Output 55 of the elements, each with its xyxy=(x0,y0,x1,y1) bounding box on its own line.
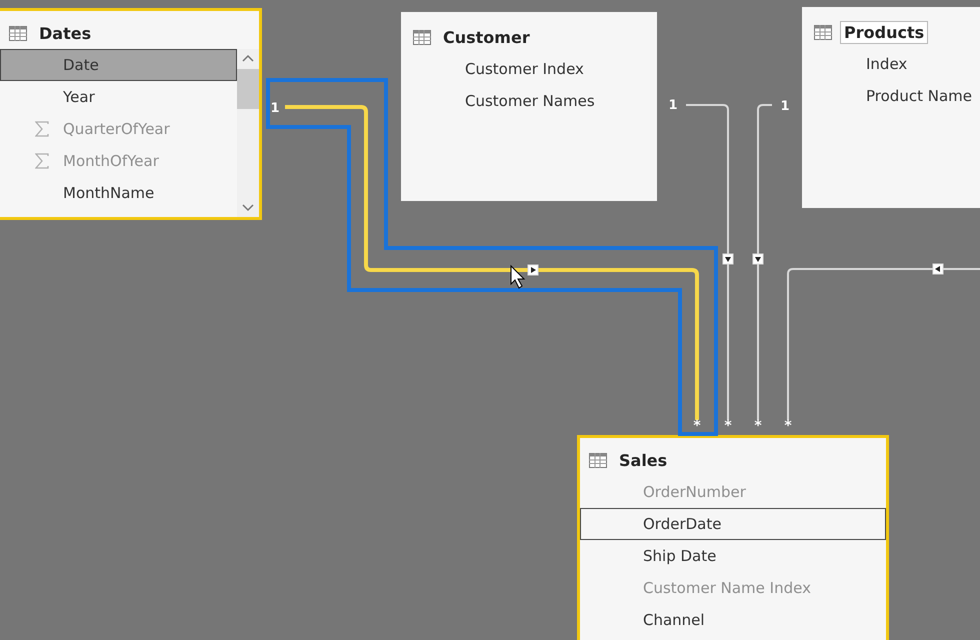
field-row[interactable]: Ship Date xyxy=(580,540,886,572)
field-name: Customer Name Index xyxy=(643,579,811,597)
field-name: QuarterOfYear xyxy=(63,120,170,138)
table-card[interactable]: Products Index Product Name xyxy=(802,7,980,208)
field-name: Index xyxy=(866,55,908,73)
field-name: Customer Names xyxy=(465,92,595,110)
field-name: Customer Index xyxy=(465,60,584,78)
field-name: Product Name xyxy=(866,87,972,105)
table-title: Dates xyxy=(38,22,92,44)
field-row[interactable]: Customer Names xyxy=(404,85,654,117)
scroll-up-icon[interactable] xyxy=(242,54,254,62)
cardinality-label: * xyxy=(784,418,792,434)
cardinality-label: 1 xyxy=(270,101,280,116)
table-card[interactable]: Customer Customer Index Customer Names xyxy=(401,12,657,201)
field-row[interactable]: Product Name xyxy=(805,80,980,112)
table-card[interactable]: Sales OrderNumber OrderDate Ship Date Customer Name Index Channel xyxy=(577,435,889,640)
relationship-line[interactable] xyxy=(757,104,772,420)
cardinality-label: * xyxy=(754,418,762,434)
cardinality-label: 1 xyxy=(780,99,790,114)
filter-direction-icon xyxy=(722,254,734,264)
field-name: MonthName xyxy=(63,184,154,202)
table-title: Customer xyxy=(442,26,531,48)
field-row[interactable]: Index xyxy=(805,48,980,80)
field-name: Ship Date xyxy=(643,547,716,565)
cardinality-label: 1 xyxy=(668,98,678,113)
field-row[interactable]: Year xyxy=(0,81,237,113)
field-name: MonthOfYear xyxy=(63,152,159,170)
field-row[interactable]: Channel xyxy=(580,604,886,636)
table-icon xyxy=(9,26,27,40)
field-name: Year xyxy=(63,88,95,106)
cursor-icon xyxy=(510,264,526,289)
cardinality-label: * xyxy=(693,418,701,434)
filter-direction-icon xyxy=(752,254,764,264)
filter-direction-icon xyxy=(528,264,538,276)
table-icon xyxy=(589,452,607,468)
table-icon xyxy=(413,30,431,44)
scroll-down-icon[interactable] xyxy=(242,204,254,212)
filter-direction-icon xyxy=(932,264,944,274)
field-name: OrderDate xyxy=(643,515,722,533)
relationship-line[interactable] xyxy=(787,268,980,420)
field-row[interactable]: OrderDate xyxy=(580,508,886,540)
field-name: OrderNumber xyxy=(643,483,746,501)
scrollbar[interactable] xyxy=(237,49,259,217)
relationship-line[interactable] xyxy=(686,104,729,420)
table-card[interactable]: Dates Date Year QuarterOfYear MonthOfYear MonthName xyxy=(0,8,262,220)
field-name: Channel xyxy=(643,611,705,629)
field-row[interactable]: Customer Index xyxy=(404,53,654,85)
field-row[interactable]: MonthName xyxy=(0,177,237,209)
field-row[interactable]: Date xyxy=(0,49,237,81)
scroll-thumb[interactable] xyxy=(237,69,259,109)
field-name: Date xyxy=(63,56,99,74)
table-title: Products xyxy=(840,20,928,44)
cardinality-label: * xyxy=(724,418,732,434)
table-icon xyxy=(814,24,832,40)
table-title: Sales xyxy=(618,450,668,472)
